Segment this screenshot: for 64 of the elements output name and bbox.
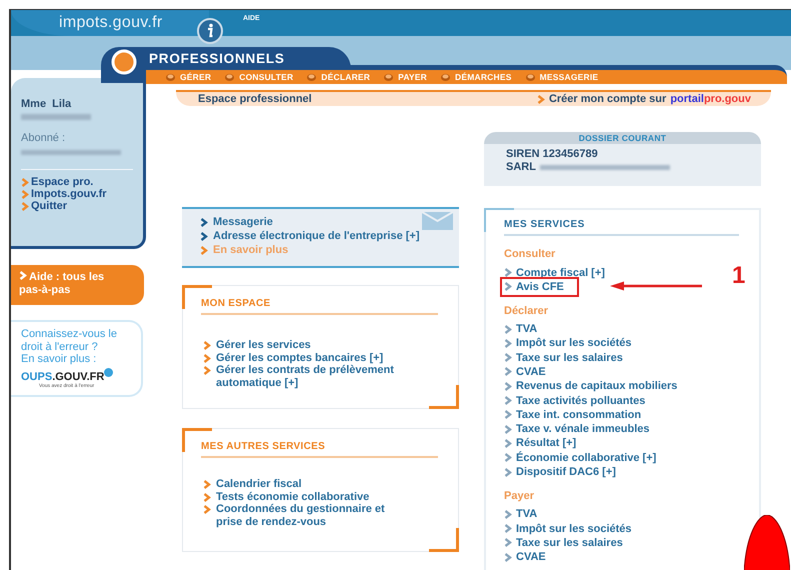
service-link[interactable]: Taxe sur les salaires — [504, 536, 623, 550]
promo-link[interactable]: En savoir plus : — [21, 353, 133, 366]
oups-logo[interactable]: OUPS.GOUV.FR — [21, 370, 104, 382]
subscriber-label: Abonné : — [21, 132, 66, 144]
bullet-icon — [441, 74, 450, 80]
info-icon — [197, 18, 223, 44]
service-link[interactable]: Impôt sur les sociétés — [504, 522, 632, 536]
annotation-marker — [744, 515, 790, 570]
redacted-block — [21, 114, 91, 120]
smiley-icon — [104, 368, 114, 376]
sidebar-link[interactable]: Impots.gouv.fr — [21, 188, 133, 200]
service-link[interactable]: Tests économie collaborative — [203, 490, 423, 503]
service-link[interactable]: Avis CFE — [503, 280, 576, 294]
bullet-icon — [166, 74, 175, 80]
card-title: MES SERVICES — [504, 219, 739, 236]
message-link[interactable]: Messagerie — [200, 215, 459, 229]
service-link[interactable]: Impôt sur les sociétés — [504, 336, 632, 350]
service-link[interactable]: CVAE — [504, 364, 546, 379]
group-heading: Déclarer — [504, 304, 550, 317]
service-link[interactable]: Gérer les contrats de prélèvement automatique [+] — [203, 364, 438, 389]
service-link[interactable]: Compte fiscal [+] — [504, 266, 605, 280]
service-link[interactable]: Taxe v. vénale immeubles — [504, 422, 650, 436]
chevron-icon — [536, 94, 545, 104]
user-name: Mme Lila — [21, 98, 72, 110]
service-link[interactable]: Économie collaborative [+] — [504, 450, 656, 465]
chevron-icon — [19, 271, 27, 280]
sidebar-link[interactable]: Espace pro. — [21, 176, 133, 188]
callout-number: 1 — [732, 262, 746, 290]
bullet-icon — [225, 74, 234, 80]
service-link[interactable]: Coordonnées du gestionnaire et prise de rendez-vous — [203, 503, 423, 528]
page-title: Espace professionnel — [198, 93, 312, 105]
service-link[interactable]: Calendrier fiscal — [203, 478, 423, 490]
corner-accent — [429, 528, 459, 552]
envelope-icon — [422, 212, 453, 230]
portal-link[interactable]: portailpro.gouv — [670, 93, 751, 105]
message-link[interactable]: Adresse électronique de l'entreprise [+] — [200, 229, 459, 243]
service-link[interactable]: TVA — [504, 322, 538, 336]
siren-number: SIREN 123456789 — [506, 148, 599, 161]
card-title: MON ESPACE — [201, 298, 438, 315]
promo-text: Connaissez-vous le droit à l'erreur ? — [21, 328, 118, 353]
service-link[interactable]: Taxe int. consommation — [504, 408, 642, 422]
bullet-icon — [307, 74, 316, 80]
service-link[interactable]: CVAE — [504, 550, 546, 564]
service-link[interactable]: Taxe activités polluantes — [504, 394, 646, 408]
site-logo-text: impots.gouv.fr — [59, 14, 162, 32]
service-link[interactable]: Résultat [+] — [504, 436, 576, 450]
service-link[interactable]: TVA — [504, 507, 538, 522]
section-title: PROFESSIONNELS — [149, 51, 285, 66]
service-link[interactable]: Revenus de capitaux mobiliers — [504, 379, 678, 394]
sidebar-link[interactable]: Quitter — [21, 200, 133, 212]
service-link[interactable]: Gérer les comptes bancaires [+] — [203, 352, 438, 364]
card-title: DOSSIER COURANT — [578, 133, 666, 143]
company-type: SARL — [506, 161, 536, 174]
corner-accent — [429, 385, 459, 409]
section-logo-icon — [111, 49, 137, 75]
group-heading: Payer — [504, 490, 535, 502]
bullet-icon — [526, 74, 535, 80]
group-heading: Consulter — [504, 248, 556, 260]
card-title: MES AUTRES SERVICES — [201, 441, 438, 458]
service-link[interactable]: Dispositif DAC6 [+] — [504, 465, 616, 480]
bullet-icon — [384, 74, 394, 80]
service-link[interactable]: Gérer les services — [203, 339, 438, 352]
service-link[interactable]: Taxe sur les salaires — [504, 350, 623, 365]
create-account-text: Créer mon compte sur — [548, 93, 666, 105]
